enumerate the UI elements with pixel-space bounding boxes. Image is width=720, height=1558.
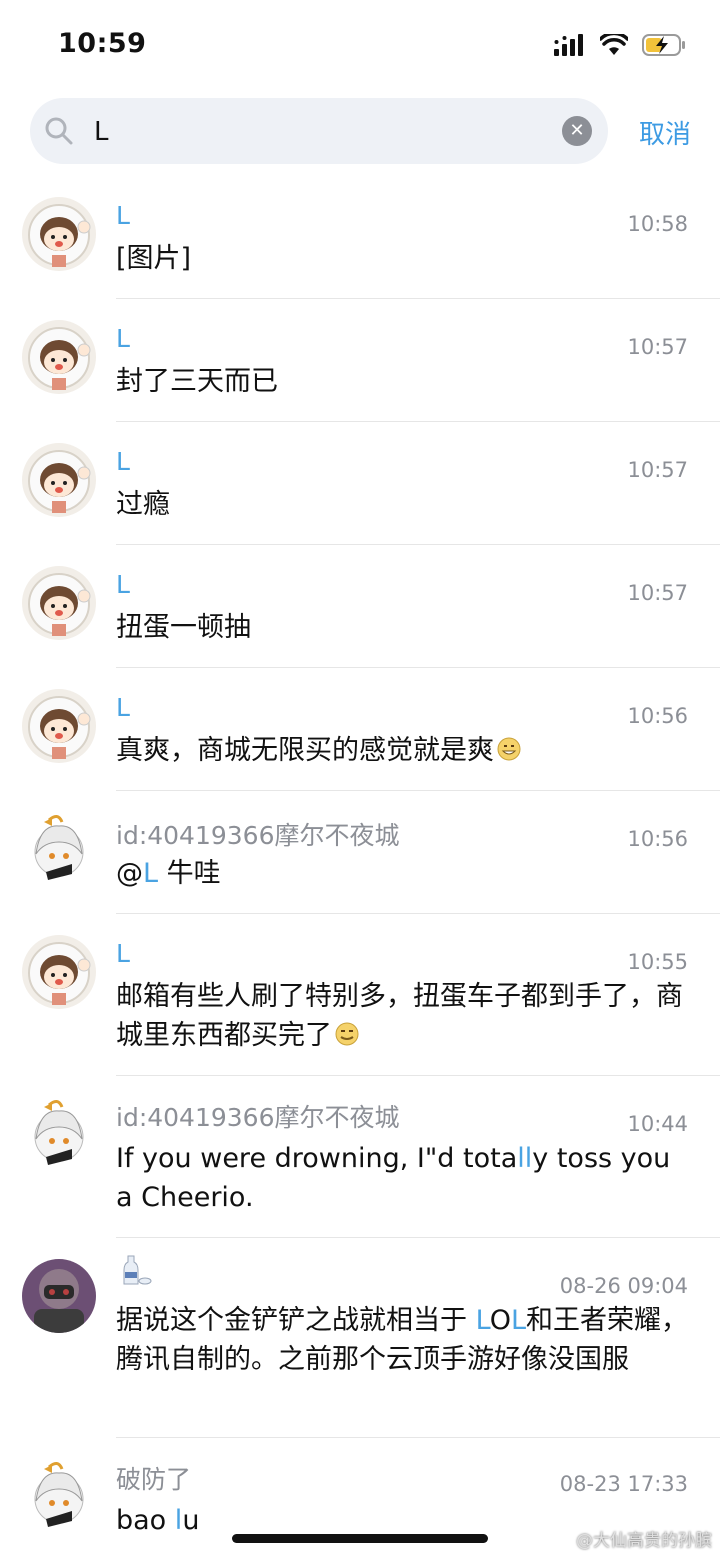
avatar <box>22 320 96 394</box>
keyword-highlight: ll <box>517 1143 533 1174</box>
close-icon: ✕ <box>569 120 585 141</box>
message-preview: 真爽，商城无限买的感觉就是爽 <box>116 731 690 770</box>
astronaut-avatar-icon <box>22 566 96 640</box>
sender-name: L <box>116 324 130 353</box>
message-time: 10:56 <box>627 827 688 851</box>
avatar <box>22 1097 96 1171</box>
astronaut-avatar-icon <box>22 320 96 394</box>
list-item[interactable]: L 10:56 真爽，商城无限买的感觉就是爽 <box>0 668 720 791</box>
message-text: @ <box>116 858 143 889</box>
message-preview: 邮箱有些人刷了特别多，扭蛋车子都到手了，商城里东西都买完了 <box>116 977 690 1055</box>
cancel-button[interactable]: 取消 <box>639 114 691 151</box>
list-item[interactable]: L 10:57 扭蛋一顿抽 <box>0 545 720 668</box>
avatar <box>22 812 96 886</box>
astronaut-avatar-icon <box>22 443 96 517</box>
white-hair-character-avatar-icon <box>22 1097 96 1171</box>
message-time: 10:55 <box>627 950 688 974</box>
wifi-icon <box>600 34 628 55</box>
message-text: O <box>489 1305 511 1336</box>
avatar <box>22 443 96 517</box>
status-bar: 10:59 <box>0 0 720 90</box>
sender-name: id:40419366摩尔不夜城 <box>116 1103 400 1132</box>
masked-soldier-avatar-icon <box>22 1259 96 1333</box>
message-preview: 据说这个金铲铲之战就相当于 LOL和王者荣耀，腾讯自制的。之前那个云顶手游好像没… <box>116 1301 690 1379</box>
sender-name: L <box>116 693 130 722</box>
avatar <box>22 197 96 271</box>
sender-name: id:40419366摩尔不夜城 <box>116 821 400 850</box>
status-time: 10:59 <box>58 28 147 59</box>
list-item[interactable]: L 10:57 封了三天而已 <box>0 299 720 422</box>
message-text: 邮箱有些人刷了特别多，扭蛋车子都到手了，商城里东西都买完了 <box>116 981 683 1051</box>
mention-highlight: L <box>143 858 159 889</box>
list-item[interactable]: L 10:57 过瘾 <box>0 422 720 545</box>
message-time: 08-23 17:33 <box>559 1472 688 1496</box>
list-item[interactable]: L 10:55 邮箱有些人刷了特别多，扭蛋车子都到手了，商城里东西都买完了 <box>0 914 720 1076</box>
smirk-emoji-icon <box>335 1022 359 1046</box>
message-time: 10:57 <box>627 581 688 605</box>
avatar <box>22 689 96 763</box>
search-results-list: L 10:58 [图片] L 10:57 封了三天而已 L 10:57 过瘾 L… <box>0 176 720 1558</box>
list-item[interactable]: 08-26 09:04 据说这个金铲铲之战就相当于 LOL和王者荣耀，腾讯自制的… <box>0 1238 720 1438</box>
astronaut-avatar-icon <box>22 689 96 763</box>
sender-name: L <box>116 570 130 599</box>
message-preview: If you were drowning, I"d totally toss y… <box>116 1139 690 1217</box>
message-preview: 扭蛋一顿抽 <box>116 612 251 643</box>
search-bar: ✕ 取消 <box>0 98 720 166</box>
astronaut-avatar-icon <box>22 197 96 271</box>
list-item[interactable]: id:40419366摩尔不夜城 10:44 If you were drown… <box>0 1076 720 1238</box>
clear-search-button[interactable]: ✕ <box>562 116 592 146</box>
message-text: 真爽，商城无限买的感觉就是爽 <box>116 735 494 766</box>
list-item[interactable]: id:40419366摩尔不夜城 10:56 @L 牛哇 <box>0 791 720 914</box>
message-text: u <box>182 1505 200 1536</box>
list-item[interactable]: L 10:58 [图片] <box>0 176 720 299</box>
sake-bottle-icon <box>123 1255 152 1285</box>
message-time: 10:57 <box>627 458 688 482</box>
avatar <box>22 935 96 1009</box>
keyword-highlight: L <box>475 1305 490 1336</box>
search-input[interactable] <box>92 108 536 156</box>
status-icons <box>554 33 686 57</box>
avatar <box>22 566 96 640</box>
avatar <box>22 1259 96 1333</box>
search-field[interactable]: ✕ <box>30 98 608 164</box>
astronaut-avatar-icon <box>22 935 96 1009</box>
cellular-signal-icon <box>554 34 583 56</box>
message-time: 10:58 <box>627 212 688 236</box>
message-text: 据说这个金铲铲之战就相当于 <box>116 1305 476 1336</box>
white-hair-character-avatar-icon <box>22 1459 96 1533</box>
message-preview: 封了三天而已 <box>116 366 278 397</box>
white-hair-character-avatar-icon <box>22 812 96 886</box>
message-text: If you were drowning, I"d tota <box>116 1143 518 1174</box>
message-preview: 过瘾 <box>116 489 170 520</box>
battery-charging-icon <box>642 34 685 56</box>
keyword-highlight: L <box>510 1305 526 1336</box>
message-preview: [图片] <box>116 243 192 274</box>
message-preview: @L 牛哇 <box>116 854 690 893</box>
sender-name: L <box>116 447 130 476</box>
message-time: 08-26 09:04 <box>559 1274 688 1298</box>
message-time: 10:56 <box>627 704 688 728</box>
search-icon <box>45 117 73 145</box>
watermark: @大仙高贵的孙膑 <box>576 1531 712 1551</box>
message-time: 10:44 <box>627 1112 688 1136</box>
avatar <box>22 1459 96 1533</box>
message-time: 10:57 <box>627 335 688 359</box>
message-text: 牛哇 <box>158 858 221 889</box>
sender-name: 破防了 <box>116 1465 192 1494</box>
home-indicator[interactable] <box>232 1534 488 1543</box>
grin-emoji-icon <box>497 737 521 761</box>
sender-name: L <box>116 201 130 230</box>
message-text: bao <box>116 1505 175 1536</box>
sender-name: L <box>116 939 130 968</box>
